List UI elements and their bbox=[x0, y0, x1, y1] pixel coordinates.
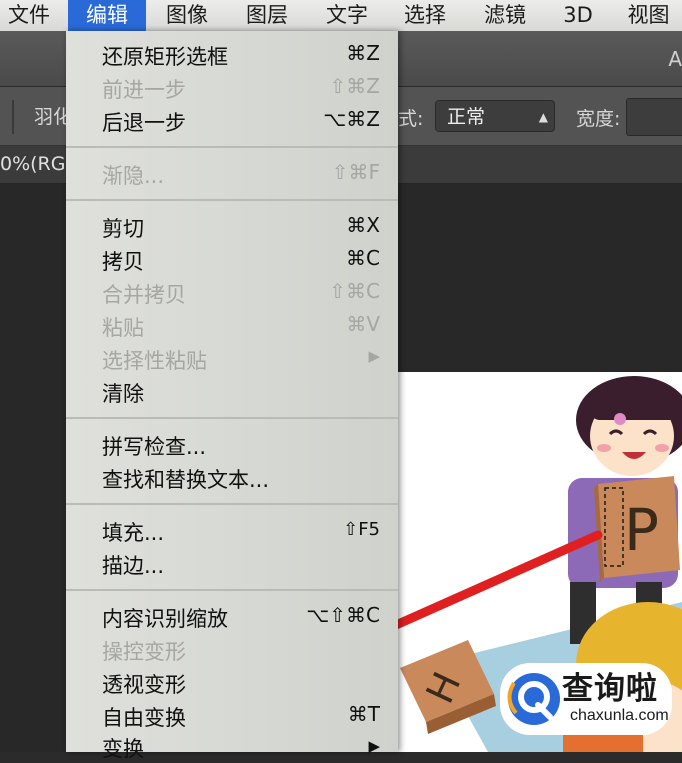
menu-item-shortcut: ⇧⌘C bbox=[329, 279, 380, 303]
menu-item-label: 拷贝 bbox=[102, 250, 144, 274]
menu-item-label: 还原矩形选框 bbox=[102, 45, 228, 69]
watermark-text: 查询啦 bbox=[562, 671, 658, 707]
menu-item-shortcut: ⌥⌘Z bbox=[323, 107, 380, 131]
menu-separator bbox=[66, 199, 398, 201]
menu-item-label: 选择性粘贴 bbox=[102, 349, 207, 373]
menu-item-label: 粘贴 bbox=[102, 316, 144, 340]
menu-separator bbox=[66, 503, 398, 505]
submenu-arrow-icon: ▶ bbox=[368, 737, 380, 755]
menu-separator bbox=[66, 417, 398, 419]
menu-item-label: 后退一步 bbox=[102, 111, 186, 135]
menu-item-label: 内容识别缩放 bbox=[102, 607, 228, 631]
edit-menu-dropdown: 还原矩形选框 ⌘Z 前进一步 ⇧⌘Z 后退一步 ⌥⌘Z 渐隐... ⇧⌘F 剪切 ⌘X 拷… bbox=[66, 31, 398, 761]
menu-item-shortcut: ⌥⇧⌘C bbox=[306, 603, 380, 627]
menu-item-shortcut: ⇧F5 bbox=[343, 519, 380, 540]
watermark: 查询啦 chaxunla.com bbox=[500, 663, 672, 735]
menu-item-shortcut: ⌘T bbox=[347, 702, 380, 726]
menu-item-label: 变换 bbox=[102, 737, 144, 761]
menu-item-label: 操控变形 bbox=[102, 640, 186, 664]
menu-separator bbox=[66, 146, 398, 148]
menu-item-label: 透视变形 bbox=[102, 673, 186, 697]
menu-item-shortcut: ⇧⌘F bbox=[331, 160, 380, 184]
menu-item-label: 自由变换 bbox=[102, 706, 186, 730]
menu-item-label: 拼写检查... bbox=[102, 435, 207, 459]
menu-item-label: 描边... bbox=[102, 554, 165, 578]
menu-item-shortcut: ⌘X bbox=[346, 213, 380, 237]
menu-item-shortcut: ⌘V bbox=[346, 312, 380, 336]
menu-separator bbox=[66, 589, 398, 591]
menu-item-shortcut: ⌘Z bbox=[346, 41, 380, 65]
menu-item-shortcut: ⌘C bbox=[346, 246, 380, 270]
menu-item-label: 渐隐... bbox=[102, 164, 165, 188]
menu-item-label: 清除 bbox=[102, 382, 144, 406]
menu-item-label: 填充... bbox=[102, 521, 165, 545]
menu-item-label: 剪切 bbox=[102, 217, 144, 241]
menu-item-label: 合并拷贝 bbox=[102, 283, 186, 307]
submenu-arrow-icon: ▶ bbox=[368, 347, 380, 365]
watermark-url: chaxunla.com bbox=[570, 707, 669, 724]
menu-item-shortcut: ⇧⌘Z bbox=[329, 74, 380, 98]
menu-item-label: 前进一步 bbox=[102, 78, 186, 102]
menu-item-label: 查找和替换文本... bbox=[102, 468, 270, 492]
